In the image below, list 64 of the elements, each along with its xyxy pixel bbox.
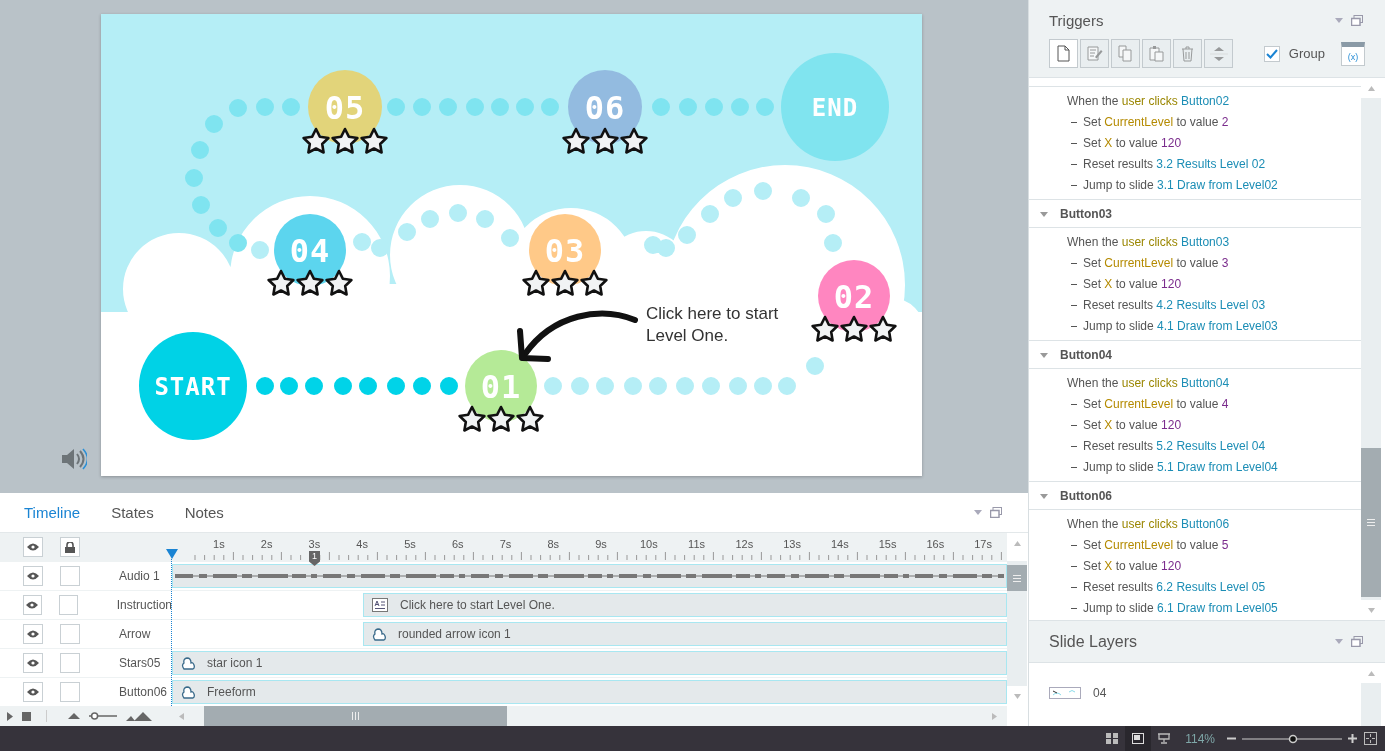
ruler-label: 13s — [782, 538, 802, 549]
ruler-label: 2s — [259, 538, 274, 549]
layer-name: Button06 — [119, 685, 168, 699]
panel-tab[interactable]: Notes — [175, 500, 233, 525]
object-name: star icon 1 — [207, 656, 263, 670]
ruler-label: 6s — [450, 538, 465, 549]
ruler-label: 7s — [498, 538, 513, 549]
event-line: When the user clicks Button02 — [1067, 93, 1231, 110]
ruler-label: 1s — [212, 538, 226, 549]
ruler-label: 11s — [687, 538, 706, 549]
ruler-label: 14s — [829, 538, 850, 549]
timeline-object-bar[interactable]: star icon 1 — [172, 651, 1007, 675]
ruler-label: 5s — [403, 538, 417, 549]
action-line: Jump to slide 5.1 Draw from Level04 — [1067, 457, 1361, 478]
object-name: Click here to start Level One. — [400, 598, 555, 612]
ruler-label: 16s — [925, 538, 946, 549]
layer-name: Instruction — [116, 598, 172, 612]
ruler-label: 15s — [877, 538, 898, 549]
panel-tab[interactable]: States — [102, 500, 163, 525]
action-line: Set X to value 120 — [1067, 556, 1361, 577]
panel-tab[interactable]: Timeline — [15, 500, 90, 525]
action-line: Jump to slide 6.1 Draw from Level05 — [1067, 598, 1361, 619]
ruler-label: 4s — [355, 538, 369, 549]
action-line: Jump to slide 3.1 Draw from Level02 — [1067, 175, 1361, 196]
layer-name[interactable]: 04 — [1093, 686, 1107, 700]
timeline-object-bar[interactable]: Click here to start Level One. — [363, 593, 1007, 617]
ruler-label: 12s — [734, 538, 755, 549]
checkbox-label: Group — [1288, 46, 1325, 61]
trigger-group-header[interactable]: Button04 — [1029, 341, 1361, 369]
trigger-group-header[interactable]: Button03 — [1029, 200, 1361, 228]
layer-name: Stars05 — [119, 656, 161, 670]
action-line: Set X to value 120 — [1067, 415, 1361, 436]
ruler-label: 17s — [973, 538, 993, 549]
panel-title: Slide Layers — [1049, 632, 1138, 651]
ruler-label: 3s — [307, 538, 322, 549]
action-line: Reset results 4.2 Results Level 03 — [1067, 295, 1361, 316]
panel-title: Triggers — [1049, 11, 1104, 29]
event-line: When the user clicks Button04 — [1067, 375, 1231, 392]
object-name: rounded arrow icon 1 — [398, 627, 511, 641]
zoom-percentage: 114% — [1185, 731, 1215, 746]
end-circle: END — [781, 53, 889, 161]
action-line: Set CurrentLevel to value 2 — [1067, 112, 1361, 133]
variables-button[interactable]: (x) — [1341, 41, 1365, 66]
action-line: Set CurrentLevel to value 5 — [1067, 535, 1361, 556]
event-line: When the user clicks Button06 — [1067, 516, 1231, 533]
layer-name: Audio 1 — [119, 569, 160, 583]
object-name: Freeform — [207, 685, 256, 699]
ruler-label: 8s — [546, 538, 561, 549]
action-line: Jump to slide 4.1 Draw from Level03 — [1067, 316, 1361, 337]
action-line: Reset results 3.2 Results Level 02 — [1067, 154, 1361, 175]
action-line: Set CurrentLevel to value 4 — [1067, 394, 1361, 415]
action-line: Reset results 6.2 Results Level 05 — [1067, 577, 1361, 598]
action-line: Set X to value 120 — [1067, 133, 1361, 154]
timeline-object-bar[interactable]: Freeform — [172, 680, 1007, 704]
layer-name: Arrow — [119, 627, 151, 641]
trigger-group-header[interactable]: Button06 — [1029, 482, 1361, 510]
event-line: When the user clicks Button03 — [1067, 234, 1231, 251]
ruler-label: 10s — [638, 538, 659, 549]
action-line: Set X to value 120 — [1067, 274, 1361, 295]
action-line: Set CurrentLevel to value 3 — [1067, 253, 1361, 274]
ruler-label: 9s — [594, 538, 608, 549]
action-line: Reset results 5.2 Results Level 04 — [1067, 436, 1361, 457]
timeline-object-bar[interactable]: rounded arrow icon 1 — [363, 622, 1007, 646]
instruction-text: Click here to start Level One. — [646, 303, 780, 347]
